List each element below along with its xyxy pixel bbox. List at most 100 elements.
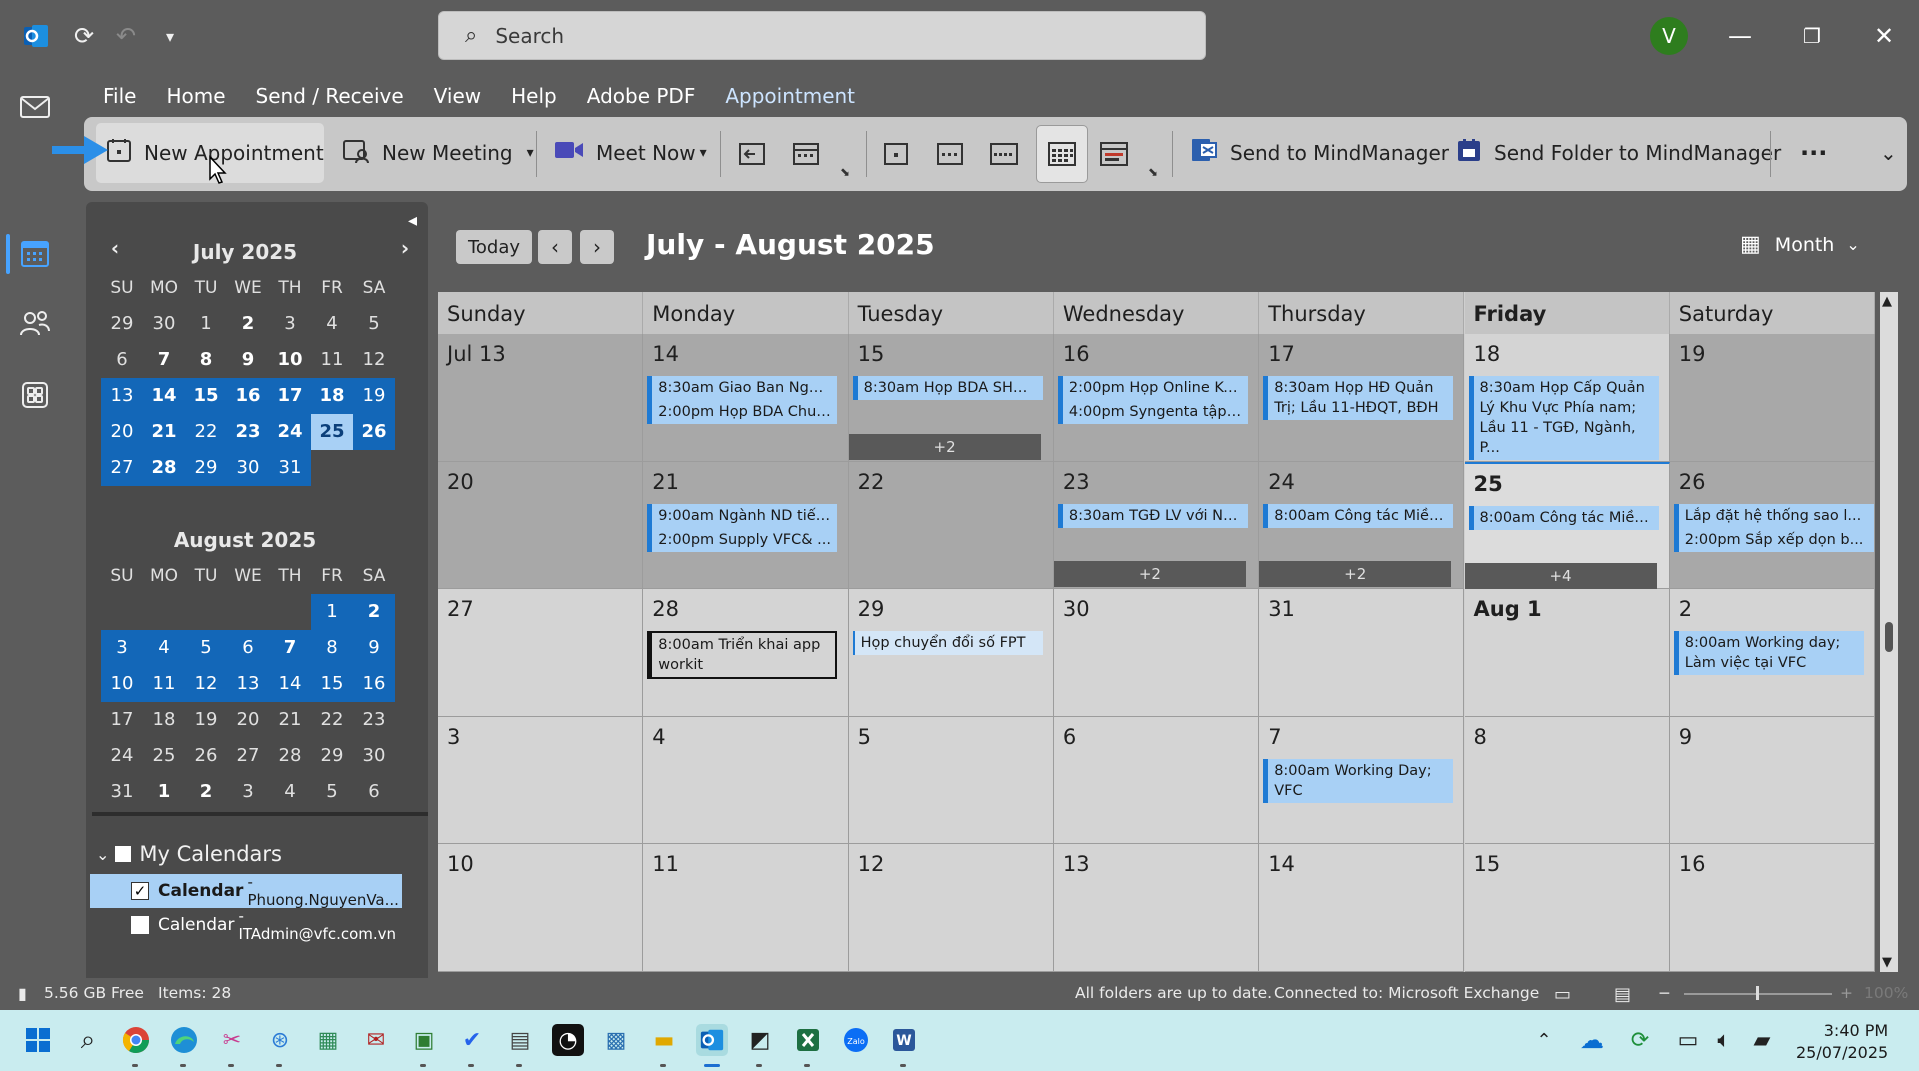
mini-day[interactable]: 6 bbox=[101, 342, 143, 378]
mini-day[interactable]: 17 bbox=[101, 702, 143, 738]
day-number[interactable]: 15 bbox=[858, 342, 885, 366]
mini-day[interactable]: 13 bbox=[101, 378, 143, 414]
speedtest-icon[interactable]: ◔ bbox=[552, 1024, 584, 1056]
mini-day[interactable]: 22 bbox=[311, 702, 353, 738]
pane-divider[interactable] bbox=[92, 812, 428, 816]
month-view-icon[interactable] bbox=[1036, 125, 1088, 183]
mini-day[interactable]: 6 bbox=[227, 630, 269, 666]
mini-day[interactable]: 8 bbox=[185, 342, 227, 378]
arrange-launcher-icon[interactable]: ⬊ bbox=[840, 165, 850, 179]
mini-day[interactable]: 16 bbox=[353, 666, 395, 702]
mini-day[interactable]: 25 bbox=[143, 738, 185, 774]
network-app-icon[interactable]: ▦ bbox=[312, 1024, 344, 1056]
day-cell[interactable]: 22 bbox=[848, 461, 1054, 590]
calendar-event[interactable]: 9:00am Ngành ND tiếp... bbox=[647, 503, 838, 528]
mini-day[interactable]: 30 bbox=[353, 738, 395, 774]
scroll-up-icon[interactable]: ▲ bbox=[1882, 294, 1892, 309]
day-number[interactable]: 15 bbox=[1474, 852, 1501, 876]
mini-day[interactable]: 26 bbox=[353, 414, 395, 450]
day-number[interactable]: 19 bbox=[1679, 342, 1706, 366]
mini-day[interactable]: 21 bbox=[143, 414, 185, 450]
calendar-checkbox[interactable] bbox=[131, 916, 149, 934]
day-number[interactable]: Aug 1 bbox=[1474, 597, 1542, 621]
mini-day[interactable]: 6 bbox=[353, 774, 395, 810]
day-number[interactable]: 13 bbox=[1063, 852, 1090, 876]
week-view-icon[interactable] bbox=[984, 131, 1024, 177]
day-number[interactable]: 14 bbox=[1268, 852, 1295, 876]
scroll-down-icon[interactable]: ▼ bbox=[1882, 955, 1892, 970]
mini-calendar-next-icon[interactable]: › bbox=[390, 236, 420, 260]
day-cell[interactable]: 13 bbox=[1053, 844, 1260, 972]
mini-day[interactable]: 21 bbox=[269, 702, 311, 738]
mini-day[interactable]: 9 bbox=[353, 630, 395, 666]
restore-button[interactable]: ❐ bbox=[1792, 16, 1832, 56]
snipping-tool-icon[interactable]: ✂ bbox=[216, 1024, 248, 1056]
search-icon[interactable]: ⌕ bbox=[72, 1024, 104, 1056]
day-number[interactable]: 6 bbox=[1063, 725, 1076, 749]
day-cell[interactable]: 20 bbox=[438, 461, 644, 590]
send-to-mindmanager-button[interactable]: Send to MindManager bbox=[1180, 123, 1459, 183]
mini-day[interactable]: 1 bbox=[311, 594, 353, 630]
day-cell[interactable]: 21 9:00am Ngành ND tiếp... 2:00pm Supply V… bbox=[643, 461, 849, 590]
new-meeting-dropdown-icon[interactable]: ▾ bbox=[527, 145, 534, 161]
day-number[interactable]: 5 bbox=[858, 725, 871, 749]
day-cell[interactable]: 15 bbox=[1464, 844, 1670, 972]
mail-icon[interactable] bbox=[14, 86, 56, 128]
day-number[interactable]: 8 bbox=[1474, 725, 1487, 749]
day-cell[interactable]: 4 bbox=[643, 716, 849, 845]
tab-view[interactable]: View bbox=[419, 80, 496, 112]
mini-day[interactable]: 3 bbox=[227, 774, 269, 810]
calendar-event[interactable]: 8:30am Giao Ban Ngàn... bbox=[647, 376, 838, 400]
undo-icon[interactable]: ↶ bbox=[108, 18, 144, 54]
day-number[interactable]: 29 bbox=[858, 597, 885, 621]
system-clock[interactable]: 3:40 PM 25/07/2025 bbox=[1796, 1020, 1888, 1064]
word-icon[interactable]: W bbox=[888, 1024, 920, 1056]
day-number[interactable]: 27 bbox=[447, 597, 474, 621]
mini-day[interactable]: 14 bbox=[269, 666, 311, 702]
day-cell[interactable]: 19 bbox=[1669, 334, 1876, 462]
calendar-event[interactable]: 8:00am Working day; Làm việc tại VFC bbox=[1673, 631, 1864, 676]
mini-day[interactable]: 5 bbox=[311, 774, 353, 810]
mini-day[interactable]: 14 bbox=[143, 378, 185, 414]
apps-icon[interactable] bbox=[14, 374, 56, 416]
mini-day[interactable]: 31 bbox=[269, 450, 311, 486]
mini-day[interactable]: 9 bbox=[227, 342, 269, 378]
mini-day[interactable]: 10 bbox=[269, 342, 311, 378]
search-box[interactable]: ⌕ bbox=[438, 11, 1206, 60]
day-number[interactable]: 12 bbox=[858, 852, 885, 876]
photos-app-icon[interactable]: ▩ bbox=[600, 1024, 632, 1056]
zoom-thumb[interactable] bbox=[1756, 986, 1759, 1000]
day-cell[interactable]: 12 bbox=[848, 844, 1054, 972]
mini-day[interactable]: 18 bbox=[311, 378, 353, 414]
day-cell[interactable]: 18 8:30am Họp Cấp Quản Lý Khu Vực Phía na… bbox=[1464, 334, 1670, 462]
reading-view-icon[interactable]: ▤ bbox=[1614, 984, 1631, 1005]
avatar[interactable]: V bbox=[1650, 17, 1688, 55]
network-tray-icon[interactable]: ▭ bbox=[1672, 1024, 1704, 1056]
mini-day[interactable]: 17 bbox=[269, 378, 311, 414]
my-calendars-group[interactable]: ⌄ My Calendars bbox=[96, 842, 282, 866]
meet-now-button[interactable]: Meet Now ▾ bbox=[544, 123, 717, 183]
work-week-view-icon[interactable] bbox=[930, 131, 970, 177]
sticky-notes-icon[interactable]: ◩ bbox=[744, 1024, 776, 1056]
mini-day[interactable]: 15 bbox=[185, 378, 227, 414]
mini-day[interactable]: 7 bbox=[143, 342, 185, 378]
previous-month-button[interactable]: ‹ bbox=[538, 230, 572, 264]
mini-day[interactable]: 16 bbox=[227, 378, 269, 414]
mini-day[interactable]: 26 bbox=[185, 738, 227, 774]
mini-day[interactable]: 1 bbox=[143, 774, 185, 810]
calendar-event[interactable]: 8:00am Công tác Miền ... bbox=[1468, 505, 1659, 530]
schedule-view-icon[interactable] bbox=[1094, 131, 1134, 177]
arrangement-launcher-icon[interactable]: ⬊ bbox=[1148, 165, 1158, 179]
calendar-checkbox-checked[interactable]: ✓ bbox=[131, 882, 149, 900]
calendar-event[interactable]: 8:30am Họp HĐ Quản Trị; Lầu 11-HĐQT, BĐH bbox=[1263, 376, 1454, 420]
day-number[interactable]: 25 bbox=[1474, 472, 1503, 496]
day-cell[interactable]: Aug 1 bbox=[1464, 589, 1670, 717]
new-meeting-button[interactable]: New Meeting ▾ bbox=[332, 123, 544, 183]
day-cell[interactable]: 27 bbox=[438, 589, 644, 717]
day-number[interactable]: 20 bbox=[447, 470, 474, 494]
calendar-event[interactable]: 8:30am TGĐ LV với Ng... bbox=[1057, 503, 1248, 528]
day-cell[interactable]: Jul 13 bbox=[438, 334, 644, 462]
day-cell[interactable]: 8 bbox=[1464, 716, 1670, 845]
day-number[interactable]: 26 bbox=[1679, 470, 1706, 494]
mini-day[interactable]: 1 bbox=[185, 306, 227, 342]
